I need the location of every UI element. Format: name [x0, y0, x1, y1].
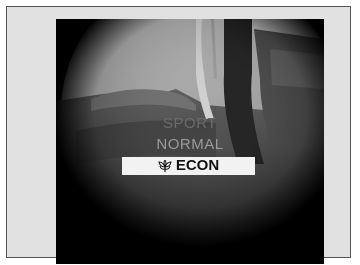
illustration-frame: SPORT NORMAL ECON — [6, 6, 351, 264]
display-screen: SPORT NORMAL ECON — [56, 19, 324, 264]
leaf-icon — [158, 159, 172, 172]
mode-normal-option: NORMAL — [156, 136, 224, 153]
mode-econ-label: ECON — [175, 157, 220, 174]
mode-econ-option-selected: ECON — [122, 157, 255, 175]
mode-sport-option: SPORT — [163, 115, 217, 132]
